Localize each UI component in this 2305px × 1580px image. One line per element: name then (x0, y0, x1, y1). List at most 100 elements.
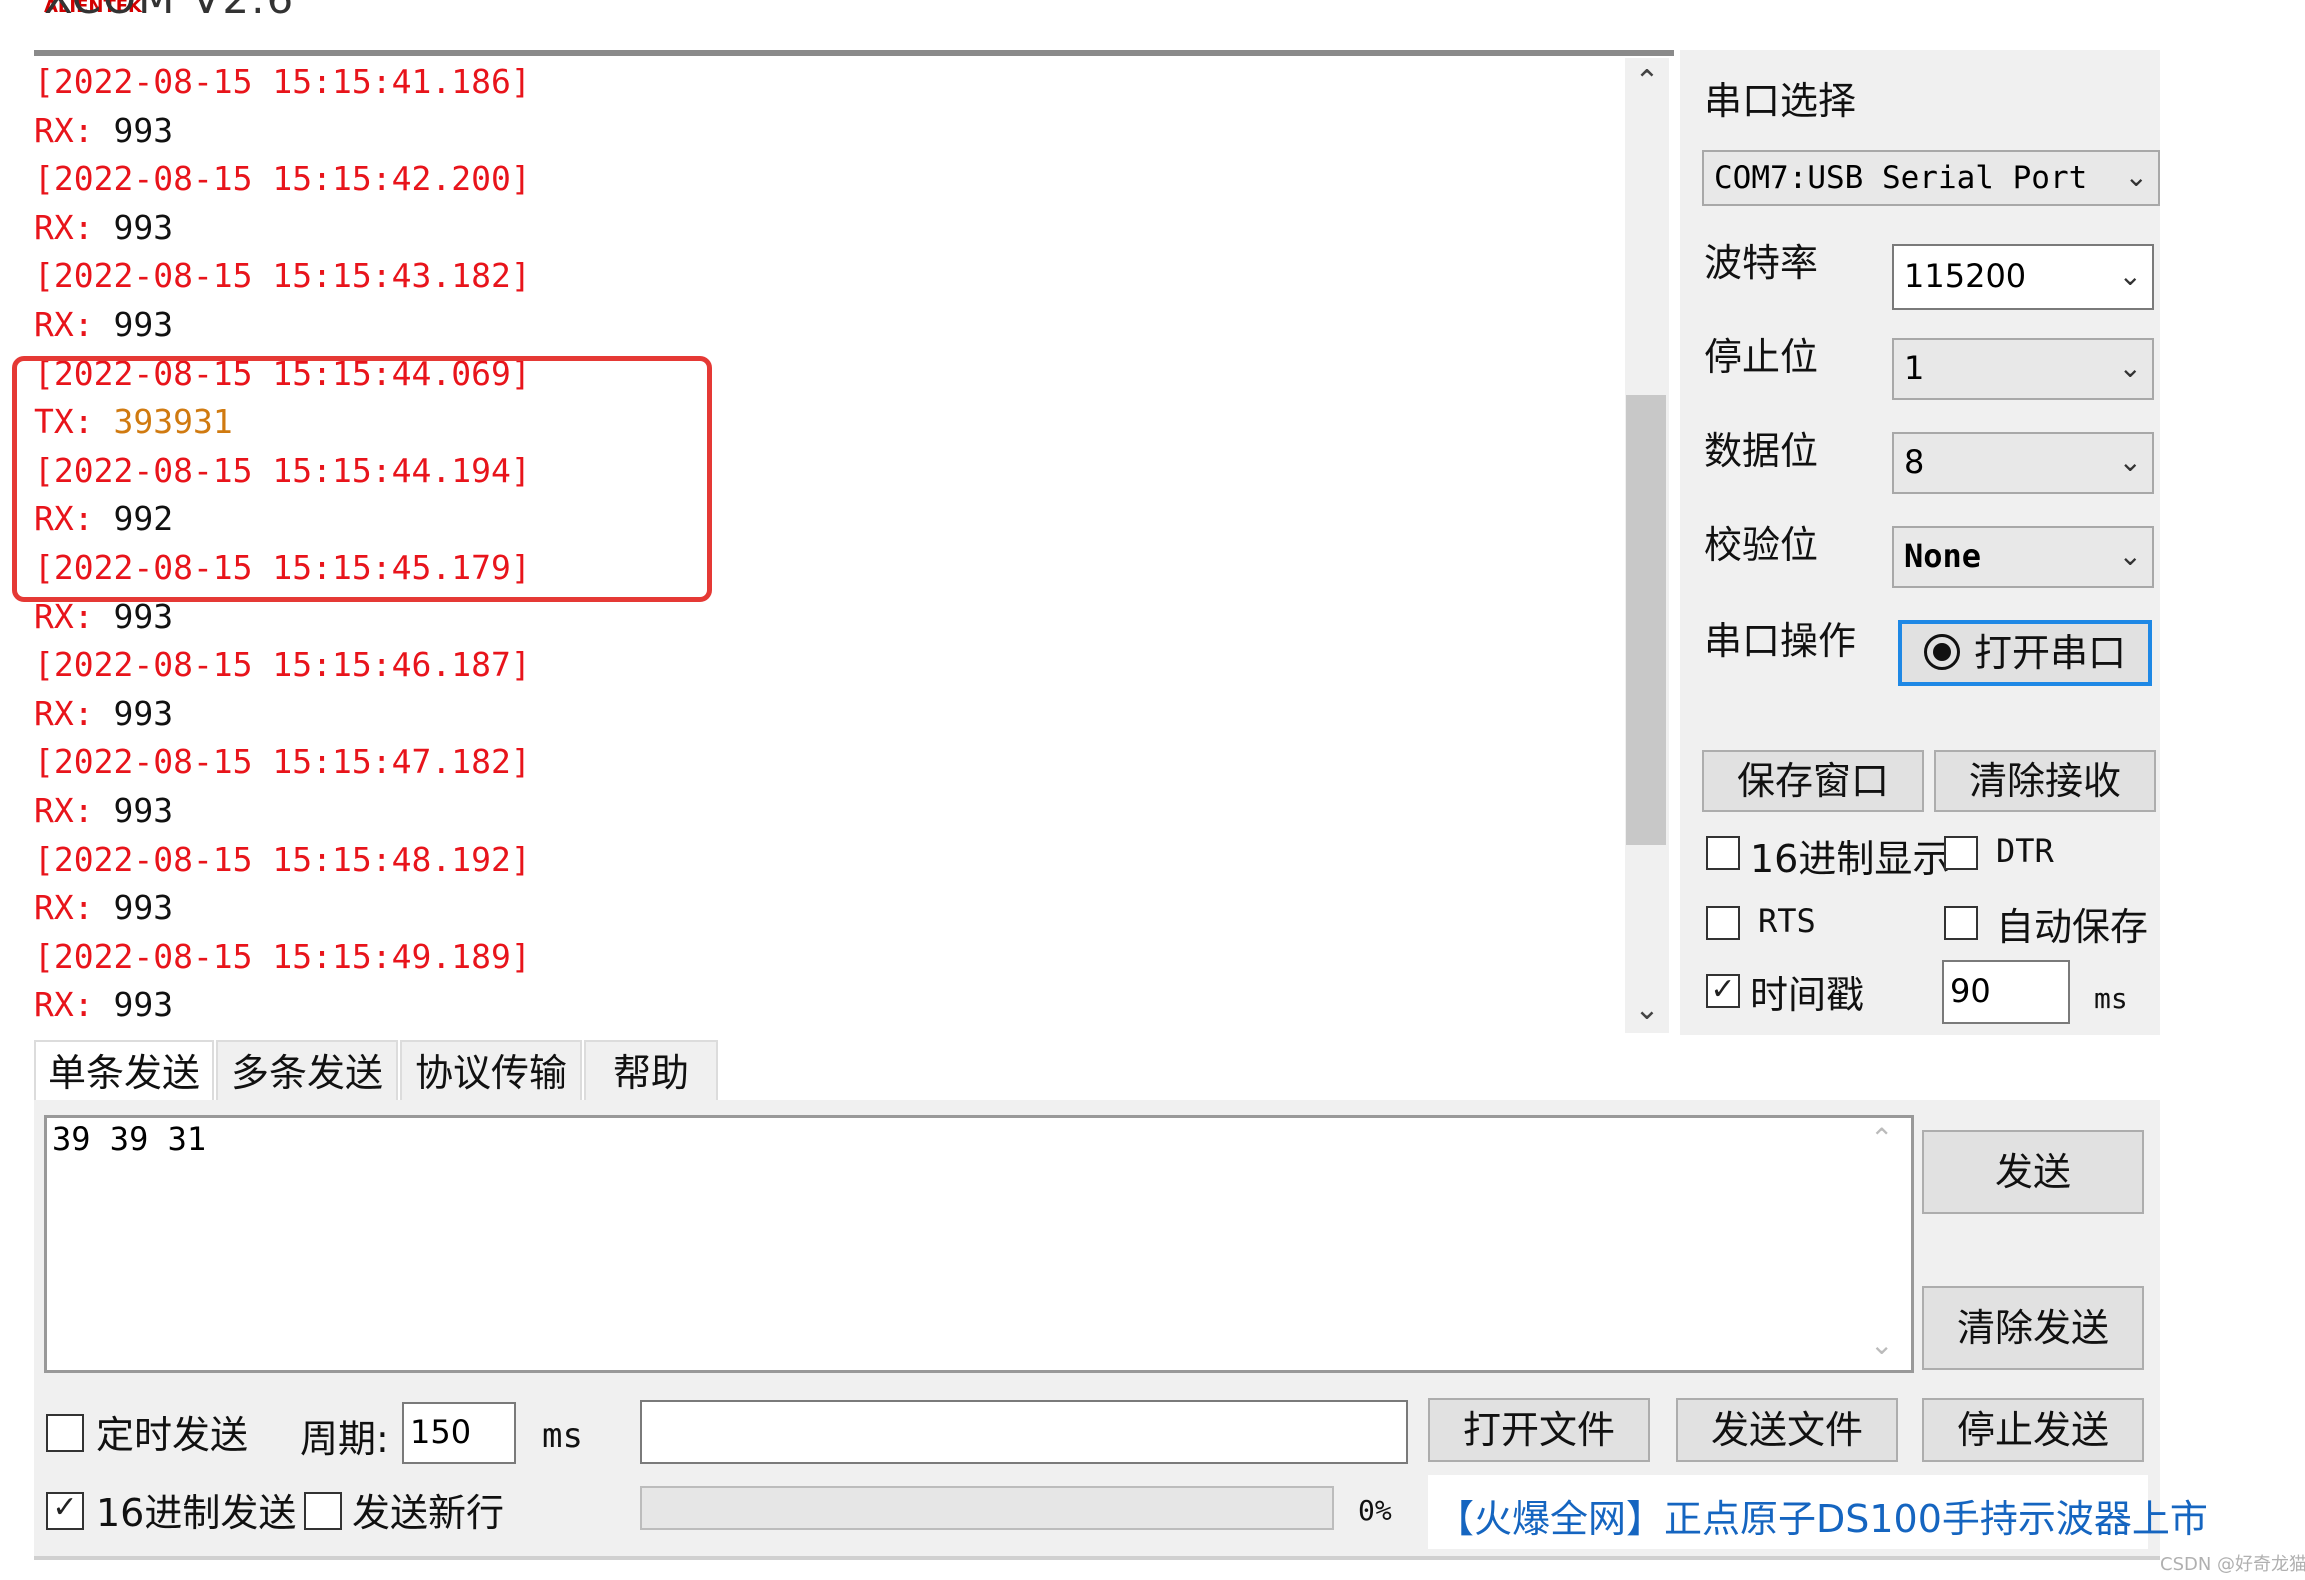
progress-text: 0% (1358, 1494, 1392, 1527)
timestamp-text: [2022-08-15 15:15:42.200] (34, 159, 531, 199)
timestamp-text: [2022-08-15 15:15:46.187] (34, 645, 531, 685)
rx-label: RX: (34, 888, 94, 928)
rx-line: RX: 993 (34, 690, 173, 738)
clear-receive-button[interactable]: 清除接收 (1934, 750, 2156, 812)
hex-send-checkbox[interactable]: ✓ (46, 1492, 84, 1530)
send-newline-label: 发送新行 (352, 1491, 505, 1535)
tab-help[interactable]: 帮助 (584, 1040, 718, 1102)
timestamp-text: [2022-08-15 15:15:48.192] (34, 839, 531, 879)
timestamp-text: [2022-08-15 15:15:43.182] (34, 256, 531, 296)
rx-value: 993 (113, 596, 174, 636)
rx-value: 993 (113, 693, 174, 733)
send-button[interactable]: 发送 (1922, 1130, 2144, 1214)
port-select[interactable]: COM7:USB Serial Port ⌄ (1702, 150, 2160, 206)
scroll-down-icon[interactable]: ⌄ (1870, 1328, 1893, 1361)
parity-value: None (1904, 537, 1982, 575)
highlight-box (12, 356, 712, 602)
rx-value: 993 (113, 305, 174, 344)
rx-label: RX: (34, 596, 94, 636)
baud-select[interactable]: 115200 ⌄ (1892, 244, 2154, 310)
autosave-label: 自动保存 (1996, 905, 2149, 949)
chevron-down-icon: ⌄ (2118, 539, 2142, 572)
ad-link[interactable]: 【火爆全网】正点原子DS100手持示波器上市 (1436, 1488, 2208, 1543)
radio-icon (1923, 634, 1960, 670)
rx-line: RX: 993 (34, 787, 173, 835)
file-path-field[interactable] (640, 1400, 1408, 1464)
rx-value: 993 (113, 985, 174, 1025)
parity-label: 校验位 (1704, 523, 1819, 567)
period-input[interactable]: 150 (402, 1402, 516, 1464)
rx-value: 993 (113, 888, 174, 928)
open-port-button[interactable]: 打开串口 (1898, 620, 2152, 686)
open-file-button[interactable]: 打开文件 (1428, 1398, 1650, 1462)
clear-send-button[interactable]: 清除发送 (1922, 1286, 2144, 1370)
rx-line: RX: 993 (34, 884, 173, 932)
scroll-up-icon[interactable]: ⌃ (1870, 1122, 1893, 1155)
timestamp-label: 时间戳 (1750, 973, 1865, 1017)
timestamp-line: [2022-08-15 15:15:47.182] (34, 738, 531, 786)
scroll-down-icon[interactable]: ⌄ (1627, 990, 1667, 1030)
save-window-button[interactable]: 保存窗口 (1702, 750, 1924, 812)
chevron-down-icon: ⌄ (2118, 445, 2142, 478)
receive-scrollbar-thumb[interactable] (1626, 395, 1666, 845)
stop-bits-select[interactable]: 1 ⌄ (1892, 338, 2154, 400)
rx-label: RX: (34, 693, 94, 733)
rx-label: RX: (34, 207, 94, 247)
autosave-checkbox[interactable] (1944, 906, 1978, 940)
timed-send-label: 定时发送 (96, 1413, 249, 1457)
chevron-down-icon: ⌄ (2118, 259, 2142, 292)
send-newline-checkbox[interactable] (304, 1492, 342, 1530)
rx-line: RX: 993 (34, 301, 173, 349)
period-label: 周期: (300, 1417, 389, 1461)
send-file-button[interactable]: 发送文件 (1676, 1398, 1898, 1462)
baud-value: 115200 (1904, 257, 2027, 295)
hex-display-label: 16进制显示 (1750, 837, 1951, 881)
timestamp-interval-input[interactable]: 90 (1942, 960, 2070, 1024)
stop-bits-value: 1 (1904, 349, 1925, 387)
period-unit: ms (542, 1416, 583, 1456)
tab-bar: 单条发送 多条发送 协议传输 帮助 (34, 1040, 2160, 1102)
tab-single-send[interactable]: 单条发送 (34, 1040, 214, 1102)
hex-send-label: 16进制发送 (96, 1491, 297, 1535)
window-bottom-edge (34, 1556, 2160, 1560)
rx-value: 993 (113, 110, 174, 150)
scroll-up-icon[interactable]: ⌃ (1627, 62, 1667, 102)
settings-panel: 串口选择 COM7:USB Serial Port ⌄ 波特率 115200 ⌄… (1680, 50, 2160, 1035)
rx-label: RX: (34, 791, 94, 830)
title-bar: ALIENTEK XCOM V2.6 (0, 0, 2305, 22)
chevron-down-icon: ⌄ (2118, 351, 2142, 384)
send-scrollbar[interactable]: ⌃ ⌄ (1862, 1118, 1910, 1370)
port-op-label: 串口操作 (1704, 619, 1857, 663)
rx-line: RX: 993 (34, 204, 173, 252)
rx-value: 993 (113, 791, 174, 830)
send-textarea[interactable] (44, 1115, 1914, 1373)
rx-label: RX: (34, 305, 94, 344)
rx-label: RX: (34, 985, 94, 1025)
parity-select[interactable]: None ⌄ (1892, 526, 2154, 588)
timestamp-line: [2022-08-15 15:15:46.187] (34, 641, 531, 689)
timestamp-unit: ms (2094, 982, 2128, 1015)
timestamp-checkbox[interactable]: ✓ (1706, 974, 1740, 1008)
rts-checkbox[interactable] (1706, 906, 1740, 940)
rts-label: RTS (1758, 902, 1816, 940)
timestamp-line: [2022-08-15 15:15:48.192] (34, 836, 531, 884)
timestamp-text: [2022-08-15 15:15:41.186] (34, 62, 531, 101)
baud-label: 波特率 (1704, 241, 1819, 285)
dtr-checkbox[interactable] (1944, 836, 1978, 870)
data-bits-select[interactable]: 8 ⌄ (1892, 432, 2154, 494)
timed-send-checkbox[interactable] (46, 1414, 84, 1452)
timestamp-text: [2022-08-15 15:15:47.182] (34, 742, 531, 782)
tab-protocol[interactable]: 协议传输 (400, 1040, 582, 1102)
timestamp-line: [2022-08-15 15:15:42.200] (34, 155, 531, 203)
watermark: CSDN @好奇龙猫 (2160, 1554, 2305, 1575)
port-select-value: COM7:USB Serial Port (1714, 160, 2088, 196)
port-select-label: 串口选择 (1704, 79, 1857, 123)
window-title: XCOM V2.6 (44, 0, 295, 22)
timestamp-text: [2022-08-15 15:15:49.189] (34, 936, 531, 976)
stop-send-button[interactable]: 停止发送 (1922, 1398, 2144, 1462)
send-progress-bar (640, 1486, 1334, 1530)
open-port-label: 打开串口 (1973, 631, 2126, 675)
timestamp-line: [2022-08-15 15:15:49.189] (34, 933, 531, 981)
hex-display-checkbox[interactable] (1706, 836, 1740, 870)
tab-multi-send[interactable]: 多条发送 (216, 1040, 398, 1102)
